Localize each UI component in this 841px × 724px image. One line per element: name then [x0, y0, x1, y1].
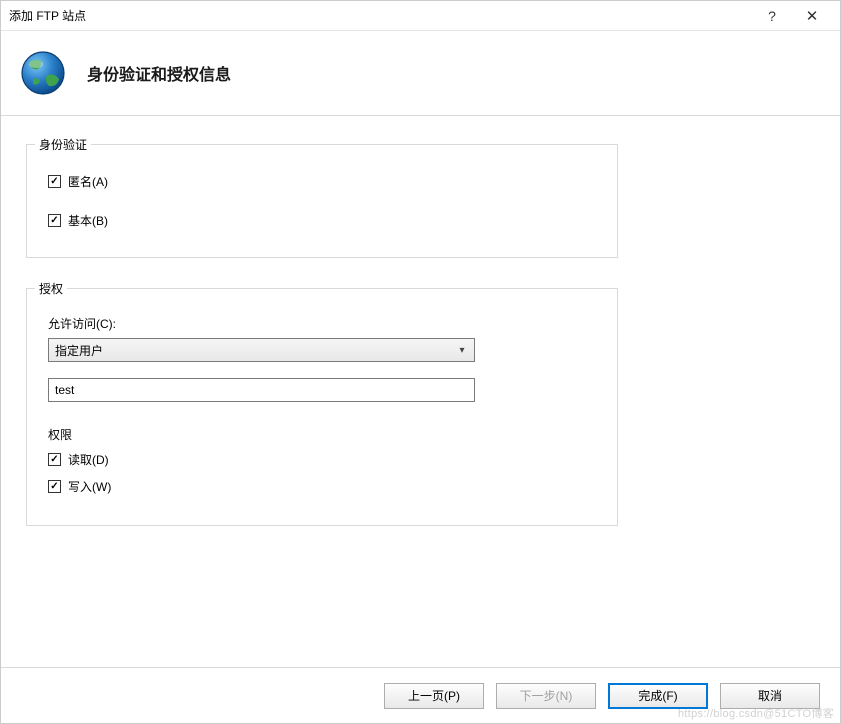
checkbox-icon [48, 480, 61, 493]
next-button: 下一步(N) [496, 683, 596, 709]
checkbox-basic[interactable]: 基本(B) [48, 212, 601, 229]
checkbox-anonymous[interactable]: 匿名(A) [48, 173, 601, 190]
close-button[interactable]: ✕ [792, 7, 832, 25]
cancel-button[interactable]: 取消 [720, 683, 820, 709]
authentication-group: 身份验证 匿名(A) 基本(B) [26, 144, 618, 258]
allow-access-selected: 指定用户 [55, 342, 454, 359]
previous-button[interactable]: 上一页(P) [384, 683, 484, 709]
checkbox-icon [48, 453, 61, 466]
finish-button[interactable]: 完成(F) [608, 683, 708, 709]
permissions-section: 读取(D) 写入(W) [43, 451, 601, 495]
checkbox-basic-label: 基本(B) [68, 212, 108, 229]
checkbox-write[interactable]: 写入(W) [48, 478, 601, 495]
authentication-legend: 身份验证 [35, 136, 91, 153]
allow-access-select[interactable]: 指定用户 ▾ [48, 338, 475, 362]
wizard-content: 身份验证 匿名(A) 基本(B) 授权 允许访问(C): 指定用户 ▾ 权限 [1, 116, 840, 566]
wizard-footer: 上一页(P) 下一步(N) 完成(F) 取消 [1, 667, 840, 723]
authorization-group: 授权 允许访问(C): 指定用户 ▾ 权限 读取(D) 写入(W) [26, 288, 618, 526]
checkbox-icon [48, 175, 61, 188]
checkbox-read-label: 读取(D) [68, 451, 109, 468]
authorization-legend: 授权 [35, 280, 67, 297]
titlebar: 添加 FTP 站点 ? ✕ [1, 1, 840, 31]
allow-access-label: 允许访问(C): [48, 315, 601, 332]
checkbox-anonymous-label: 匿名(A) [68, 173, 108, 190]
globe-icon [19, 49, 67, 97]
chevron-down-icon: ▾ [454, 345, 470, 356]
page-title: 身份验证和授权信息 [87, 61, 231, 85]
permissions-label: 权限 [48, 426, 601, 443]
checkbox-icon [48, 214, 61, 227]
checkbox-read[interactable]: 读取(D) [48, 451, 601, 468]
user-input[interactable] [48, 378, 475, 402]
wizard-header: 身份验证和授权信息 [1, 31, 840, 116]
help-button[interactable]: ? [752, 8, 792, 24]
window-title: 添加 FTP 站点 [9, 7, 752, 24]
checkbox-write-label: 写入(W) [68, 478, 111, 495]
